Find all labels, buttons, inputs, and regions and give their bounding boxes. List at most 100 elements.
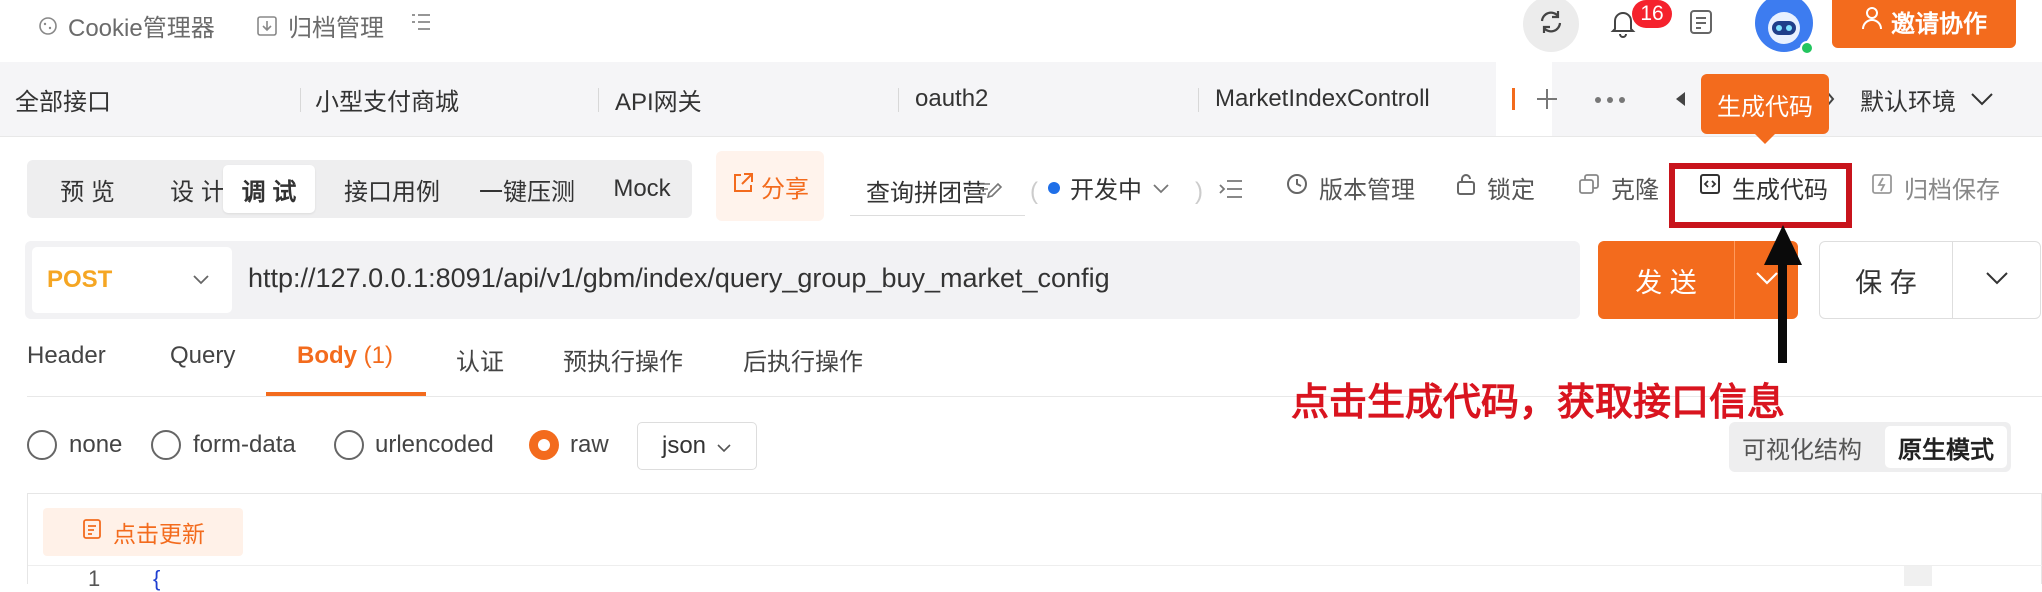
tab-all-apis[interactable]: 全部接口 — [15, 62, 111, 136]
visual-structure-tab[interactable]: 可视化结构 — [1735, 426, 1869, 468]
refresh-icon — [81, 517, 103, 547]
tab-header[interactable]: Header — [27, 342, 106, 370]
tab-test-cases[interactable]: 接口用例 — [327, 165, 457, 213]
tab-mock[interactable]: Mock — [597, 165, 687, 213]
cookie-icon — [38, 16, 58, 36]
lock-button[interactable]: 锁定 — [1455, 170, 1535, 205]
tab-auth[interactable]: 认证 — [456, 342, 504, 377]
tab-post-request[interactable]: 后执行操作 — [743, 342, 863, 377]
environment-selector[interactable]: 默认环境 — [1860, 62, 1994, 136]
user-icon — [1861, 6, 1883, 37]
tab-mini-payment-mall[interactable]: 小型支付商城 — [315, 62, 459, 136]
radio-form-data-label: form-data — [193, 431, 296, 458]
radio-urlencoded-label: urlencoded — [375, 431, 494, 458]
chevron-down-icon — [716, 432, 732, 460]
raw-mode-label: 原生模式 — [1898, 436, 1994, 464]
tab-label: 全部接口 — [15, 88, 111, 116]
tab-body[interactable]: Body (1) — [297, 342, 393, 370]
body-format-label: json — [661, 432, 707, 459]
highlight-box — [1669, 163, 1852, 228]
share-button[interactable]: 分享 — [716, 151, 824, 221]
radio-form-data[interactable] — [151, 430, 181, 460]
tab-label: oauth2 — [915, 85, 989, 112]
tooltip-arrow — [1754, 133, 1776, 144]
cookie-manager-label: Cookie管理器 — [68, 15, 215, 42]
body-editor[interactable]: 点击更新 1 { — [27, 493, 2042, 591]
save-options-button[interactable] — [1953, 242, 2040, 318]
method-label: POST — [47, 266, 113, 293]
archive-save-button[interactable]: 归档保存 — [1870, 170, 2000, 205]
notes-icon[interactable] — [1688, 8, 1714, 36]
tab-preview[interactable]: 预 览 — [35, 165, 140, 213]
url-input[interactable]: http://127.0.0.1:8091/api/v1/gbm/index/q… — [248, 263, 1110, 294]
method-selector[interactable]: POST — [32, 247, 232, 313]
segment-label: 一键压测 — [479, 178, 575, 206]
segment-label: Mock — [613, 175, 671, 202]
outline-icon[interactable] — [1218, 178, 1244, 200]
tab-debug[interactable]: 调 试 — [223, 165, 315, 213]
tab-label: API网关 — [615, 88, 702, 116]
raw-mode-tab[interactable]: 原生模式 — [1885, 426, 2007, 468]
editor-divider — [28, 565, 2042, 566]
tab-oauth2[interactable]: oauth2 — [915, 62, 988, 136]
chevron-down-icon — [1985, 271, 2009, 290]
sync-icon — [1536, 7, 1566, 42]
refresh-button[interactable]: 点击更新 — [43, 508, 243, 556]
generate-code-tooltip: 生成代码 — [1701, 74, 1829, 134]
annotation-text: 点击生成代码，获取接口信息 — [1291, 382, 1786, 424]
tab-load-test[interactable]: 一键压测 — [462, 165, 592, 213]
top-bar: Cookie管理器 归档管理 16 邀请协作 — [0, 0, 2042, 62]
request-tab-label: 认证 — [456, 349, 504, 376]
copy-icon — [1577, 172, 1601, 203]
clone-label: 克隆 — [1611, 177, 1659, 204]
online-status-dot — [1800, 41, 1814, 55]
radio-urlencoded[interactable] — [334, 430, 364, 460]
segment-label: 预 览 — [60, 178, 115, 206]
radio-raw[interactable] — [529, 430, 559, 460]
cookie-manager-link[interactable]: Cookie管理器 — [38, 8, 215, 43]
version-management-button[interactable]: 版本管理 — [1285, 170, 1415, 205]
line-number: 1 — [88, 566, 101, 591]
send-button[interactable]: 发 送 — [1598, 241, 1734, 319]
add-tab-icon[interactable] — [1534, 86, 1560, 112]
status-selector[interactable]: 开发中 — [1048, 170, 1170, 205]
edit-pencil-icon[interactable] — [978, 178, 1004, 200]
invite-label: 邀请协作 — [1891, 10, 1987, 38]
radio-none[interactable] — [27, 430, 57, 460]
visual-structure-label: 可视化结构 — [1742, 436, 1862, 464]
status-bracket-right: ) — [1195, 178, 1203, 205]
chevron-down-icon — [192, 273, 210, 291]
annotation-arrow-shaft — [1778, 255, 1787, 363]
editor-scrollbar[interactable] — [1904, 566, 1932, 586]
tab-label: 小型支付商城 — [315, 88, 459, 116]
segment-label: 设 计 — [170, 178, 225, 206]
notification-badge: 16 — [1632, 0, 1672, 28]
body-format-select[interactable]: json — [637, 422, 757, 470]
tab-divider — [300, 88, 301, 112]
status-label: 开发中 — [1070, 177, 1142, 204]
sync-button[interactable] — [1523, 0, 1579, 52]
version-label: 版本管理 — [1319, 177, 1415, 204]
outline-toggle-icon[interactable] — [410, 12, 432, 32]
status-dot — [1048, 181, 1060, 194]
refresh-label: 点击更新 — [113, 521, 205, 547]
tooltip-label: 生成代码 — [1717, 93, 1813, 121]
scroll-left-icon[interactable] — [1673, 90, 1687, 108]
mode-segmented-control: 预 览 设 计 调 试 接口用例 一键压测 Mock — [27, 160, 692, 218]
clone-button[interactable]: 克隆 — [1577, 170, 1659, 205]
tab-pre-request[interactable]: 预执行操作 — [563, 342, 683, 377]
request-tab-label: Body — [297, 342, 357, 369]
archive-save-icon — [1870, 172, 1894, 203]
tab-market-index-controller[interactable]: MarketIndexControll — [1215, 62, 1445, 136]
clock-icon — [1285, 172, 1309, 203]
archive-manager-link[interactable]: 归档管理 — [256, 8, 384, 43]
save-button[interactable]: 保 存 — [1820, 242, 1952, 318]
view-mode-toggle: 可视化结构 原生模式 — [1729, 422, 2011, 472]
share-label: 分享 — [761, 175, 809, 203]
tab-divider — [1198, 88, 1199, 112]
tab-query[interactable]: Query — [170, 342, 235, 370]
more-tabs-icon[interactable] — [1594, 96, 1626, 104]
lock-label: 锁定 — [1487, 177, 1535, 204]
invite-collaborate-button[interactable]: 邀请协作 — [1832, 0, 2016, 48]
tab-api-gateway[interactable]: API网关 — [615, 62, 702, 136]
